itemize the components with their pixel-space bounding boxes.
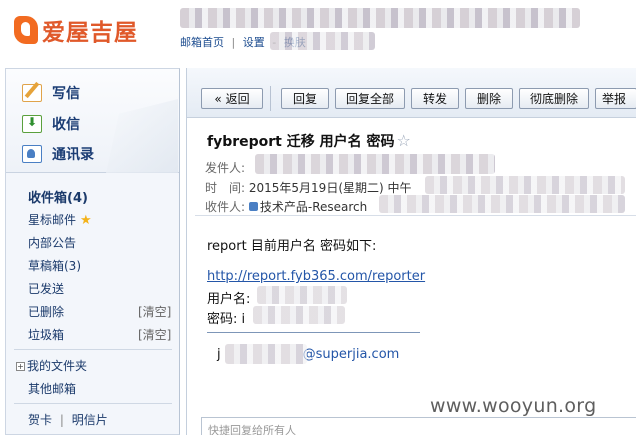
clear-spam-link[interactable]: [清空] xyxy=(138,326,171,343)
to-value[interactable]: 技术产品-Research xyxy=(260,200,367,214)
star-icon: ★ xyxy=(80,213,92,228)
forward-button[interactable]: 转发 xyxy=(411,88,459,109)
report-link[interactable]: http://report.fyb365.com/reporter xyxy=(207,269,425,284)
time-row: 时 间: 2015年5月19日(星期二) 中午 xyxy=(205,179,412,196)
my-folders-label: 我的文件夹 xyxy=(27,359,88,373)
password-line: 密码: i xyxy=(207,308,245,327)
receive-label: 收信 xyxy=(52,117,80,133)
brand-name: 爱屋吉屋 xyxy=(42,20,138,46)
folder-drafts[interactable]: 草稿箱(3) xyxy=(28,257,81,274)
redacted-recipients xyxy=(379,195,625,213)
cards-separator: | xyxy=(59,413,64,427)
back-button[interactable]: « 返回 xyxy=(201,88,263,109)
header-divider xyxy=(195,215,636,216)
sender-row: 发件人: xyxy=(205,159,245,176)
other-mailboxes[interactable]: 其他邮箱 xyxy=(28,380,76,397)
time-value: 2015年5月19日(星期二) 中午 xyxy=(248,181,412,195)
signature-divider xyxy=(207,332,420,333)
compose-button[interactable]: 写信 xyxy=(22,83,80,103)
redacted-header-link xyxy=(270,32,375,50)
clear-deleted-link[interactable]: [清空] xyxy=(138,303,171,320)
redacted-username xyxy=(257,286,347,304)
reply-all-button[interactable]: 回复全部 xyxy=(335,88,405,109)
compose-label: 写信 xyxy=(52,86,80,102)
quick-actions: 写信 收信 通讯录 xyxy=(6,69,179,173)
time-label: 时 间: xyxy=(205,181,246,195)
receive-mail-button[interactable]: 收信 xyxy=(22,114,80,134)
folder-spam-label: 垃圾箱 xyxy=(28,328,65,342)
password-label: 密码: i xyxy=(207,312,246,327)
folder-divider xyxy=(14,349,172,350)
expand-icon[interactable]: + xyxy=(16,362,25,371)
redacted-email xyxy=(225,344,307,364)
redacted-time xyxy=(425,176,625,194)
star-outline-icon[interactable]: ☆ xyxy=(397,131,411,150)
brand-logo-icon xyxy=(14,16,38,44)
header-separator: | xyxy=(231,36,236,49)
report-button[interactable]: 举报 xyxy=(595,88,636,109)
folder-divider xyxy=(14,403,172,404)
contact-card-icon xyxy=(248,202,258,211)
message-view: « 返回 回复 回复全部 转发 删除 彻底删除 举报 fybreport 迁移 … xyxy=(186,68,636,435)
folder-sent[interactable]: 已发送 xyxy=(28,280,64,297)
delete-forever-button[interactable]: 彻底删除 xyxy=(519,88,589,109)
toolbar-separator xyxy=(270,86,271,111)
signature-email-domain[interactable]: @superjia.com xyxy=(303,347,400,362)
body-intro: report 目前用户名 密码如下: xyxy=(207,239,377,254)
redacted-user-info xyxy=(180,8,580,28)
contacts-icon xyxy=(22,145,42,163)
username-label: 用户名: xyxy=(207,292,251,307)
recipient-row: 收件人: 技术产品-Research xyxy=(205,198,367,215)
envelope-decoration xyxy=(106,99,178,173)
sidebar: 写信 收信 通讯录 收件箱(4) 星标邮件★ 内部公告 草稿箱(3) 已发送 已… xyxy=(5,68,180,435)
subject-text: fybreport 迁移 用户名 密码 xyxy=(207,134,395,150)
contacts-button[interactable]: 通讯录 xyxy=(22,144,94,164)
my-folders[interactable]: + 我的文件夹 xyxy=(16,357,87,374)
inbox-download-icon xyxy=(22,115,42,133)
folder-deleted[interactable]: 已删除 [清空] xyxy=(28,303,171,320)
delete-button[interactable]: 删除 xyxy=(465,88,513,109)
brand-logo[interactable]: 爱屋吉屋 xyxy=(14,13,138,47)
top-header: 爱屋吉屋 邮箱首页 | 设置 - 换肤 xyxy=(0,0,636,62)
settings-link[interactable]: 设置 xyxy=(243,36,265,49)
reply-button[interactable]: 回复 xyxy=(281,88,329,109)
cards-links: 贺卡 | 明信片 xyxy=(28,411,108,428)
folder-inbox[interactable]: 收件箱(4) xyxy=(28,187,88,206)
folder-deleted-label: 已删除 xyxy=(28,305,65,319)
greeting-card-link[interactable]: 贺卡 xyxy=(28,413,52,427)
message-toolbar: « 返回 回复 回复全部 转发 删除 彻底删除 举报 xyxy=(187,68,636,118)
to-label: 收件人: xyxy=(205,200,246,214)
redacted-password xyxy=(253,306,345,324)
username-line: 用户名: xyxy=(207,288,250,307)
compose-icon xyxy=(22,84,42,102)
from-label: 发件人: xyxy=(205,161,246,175)
folder-starred-label: 星标邮件 xyxy=(28,213,77,227)
quick-reply-input[interactable]: 快捷回复给所有人 xyxy=(201,417,636,435)
watermark: www.wooyun.org xyxy=(430,395,597,417)
signature-email-prefix: j xyxy=(217,347,221,362)
contacts-label: 通讯录 xyxy=(52,147,94,163)
mailbox-home-link[interactable]: 邮箱首页 xyxy=(180,36,224,49)
postcard-link[interactable]: 明信片 xyxy=(72,413,108,427)
message-subject: fybreport 迁移 用户名 密码 ☆ xyxy=(207,131,411,151)
folder-spam[interactable]: 垃圾箱 [清空] xyxy=(28,326,171,343)
folder-starred[interactable]: 星标邮件 ★ xyxy=(28,211,92,228)
folder-notice[interactable]: 内部公告 xyxy=(28,234,76,251)
redacted-sender xyxy=(255,154,495,174)
